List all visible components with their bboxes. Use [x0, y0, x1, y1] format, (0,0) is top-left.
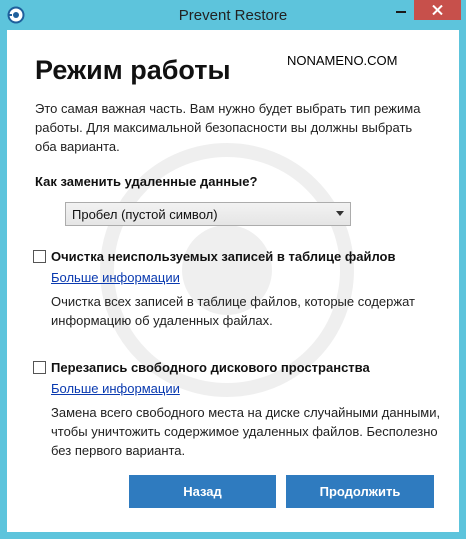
clear-file-table-checkbox[interactable]: [33, 250, 46, 263]
watermark-text: NONAMENO.COM: [287, 53, 398, 68]
clear-file-table-more-link[interactable]: Больше информации: [51, 270, 180, 285]
overwrite-free-space-label[interactable]: Перезапись свободного дискового простран…: [51, 360, 370, 375]
replace-method-value: Пробел (пустой символ): [72, 207, 218, 222]
minimize-button[interactable]: [387, 0, 414, 20]
clear-file-table-label[interactable]: Очистка неиспользуемых записей в таблице…: [51, 249, 395, 264]
overwrite-free-space-more-link[interactable]: Больше информации: [51, 381, 180, 396]
back-button[interactable]: Назад: [129, 475, 276, 508]
title-bar[interactable]: Prevent Restore: [0, 0, 466, 30]
replace-method-select[interactable]: Пробел (пустой символ): [65, 202, 351, 226]
overwrite-free-space-description: Замена всего свободного места на диске с…: [51, 405, 441, 458]
clear-file-table-description: Очистка всех записей в таблице файлов, к…: [51, 294, 415, 328]
continue-button[interactable]: Продолжить: [286, 475, 434, 508]
intro-text: Это самая важная часть. Вам нужно будет …: [35, 101, 421, 154]
dialog-content: NONAMENO.COM Режим работы Это самая важн…: [7, 30, 459, 532]
overwrite-free-space-checkbox[interactable]: [33, 361, 46, 374]
close-icon: [432, 5, 443, 15]
page-title: Режим работы: [35, 55, 231, 85]
minimize-icon: [396, 11, 406, 13]
replace-question-label: Как заменить удаленные данные?: [35, 174, 258, 189]
close-button[interactable]: [414, 0, 461, 20]
chevron-down-icon: [336, 211, 344, 216]
app-window: Prevent Restore NONAMENO.COM Режим работ…: [0, 0, 466, 539]
